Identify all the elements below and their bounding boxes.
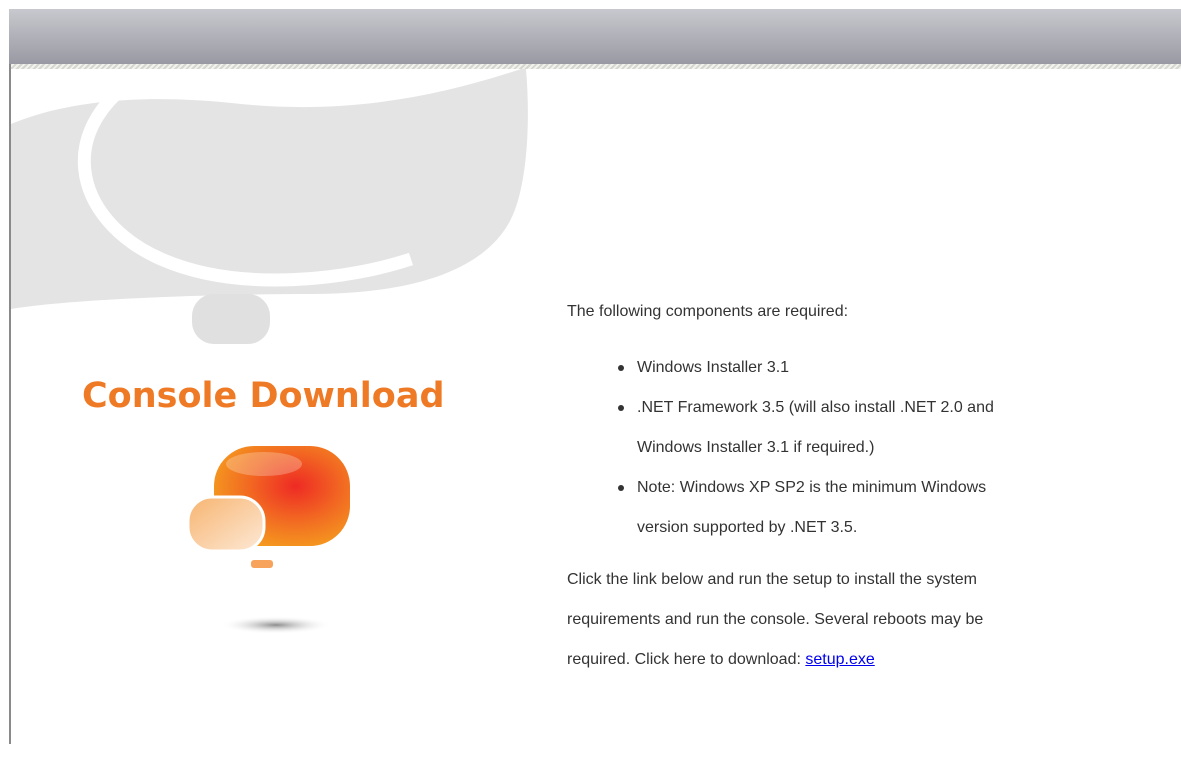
list-item: Windows Installer 3.1 xyxy=(618,348,1127,388)
chat-bubbles-logo-icon xyxy=(186,446,350,634)
bullet-icon xyxy=(618,365,624,371)
requirements-content: The following components are required: W… xyxy=(567,292,1127,680)
top-margin xyxy=(0,0,1181,9)
list-item: Note: Windows XP SP2 is the minimum Wind… xyxy=(618,468,1127,548)
list-item: .NET Framework 3.5 (will also install .N… xyxy=(618,388,1127,468)
download-instructions: Click the link below and run the setup t… xyxy=(567,571,984,668)
page-title: Console Download xyxy=(82,376,445,416)
speech-bubble-background-graphic xyxy=(11,69,528,344)
requirements-intro: The following components are required: xyxy=(567,303,849,320)
bullet-icon xyxy=(618,485,624,491)
setup-download-link[interactable]: setup.exe xyxy=(805,651,874,668)
bullet-icon xyxy=(618,405,624,411)
header-bar xyxy=(9,9,1181,64)
requirements-list: Windows Installer 3.1 .NET Framework 3.5… xyxy=(567,348,1127,548)
